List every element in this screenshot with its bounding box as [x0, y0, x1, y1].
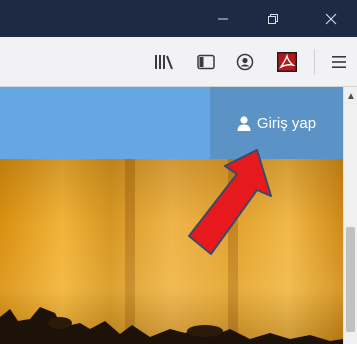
account-button[interactable]: [232, 49, 258, 75]
window-titlebar: [0, 0, 357, 37]
scroll-thumb[interactable]: [346, 227, 355, 332]
menu-icon: [332, 56, 346, 68]
minimize-icon: [218, 18, 228, 19]
minimize-button[interactable]: [200, 0, 246, 37]
menu-button[interactable]: [326, 49, 352, 75]
red-arrow-annotation: [188, 149, 272, 255]
restore-icon: [268, 13, 278, 24]
user-icon: [237, 115, 251, 131]
pdf-icon: [277, 52, 297, 72]
hero-image-crowd: [0, 307, 343, 344]
toolbar-separator: [314, 49, 315, 75]
restore-button[interactable]: [250, 0, 296, 37]
account-icon: [236, 53, 254, 71]
sidebar-button[interactable]: [193, 49, 219, 75]
login-label: Giriş yap: [256, 114, 317, 132]
page-content: Giriş yap: [0, 87, 343, 344]
vertical-scrollbar[interactable]: ▲: [343, 87, 357, 344]
library-button[interactable]: [151, 49, 177, 75]
sidebar-icon: [197, 54, 215, 70]
library-icon: [155, 55, 173, 70]
pdf-extension-button[interactable]: [274, 49, 300, 75]
close-button[interactable]: [308, 0, 354, 37]
close-icon: [325, 13, 337, 24]
scroll-up-arrow-icon[interactable]: ▲: [344, 89, 357, 103]
browser-toolbar: [0, 37, 357, 87]
